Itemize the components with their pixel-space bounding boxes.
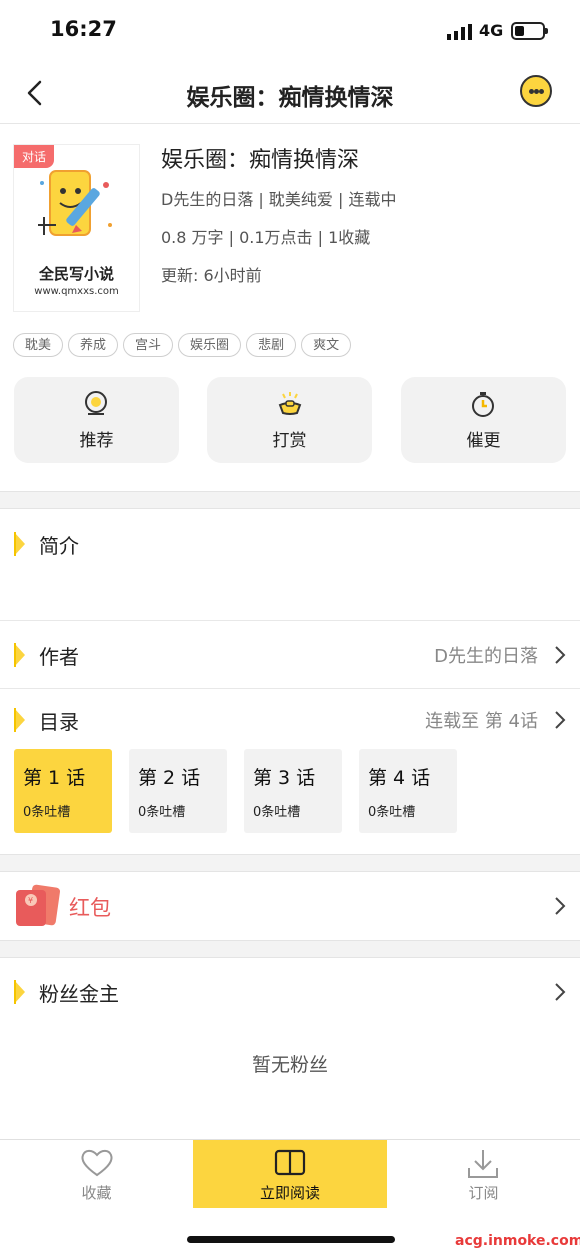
network-type: 4G [479,21,504,40]
read-now-label: 立即阅读 [259,1184,320,1202]
action-buttons: 推荐 打赏 催更 [14,377,566,463]
section-gap [0,491,580,509]
red-packet-row[interactable]: ¥ 红包 [0,872,580,940]
author-name: D先生的日落 [434,646,538,667]
catalog-progress: 连载至 第 4话 [425,711,538,732]
chevron-right-icon [555,983,566,1001]
recommend-medal-icon [85,391,107,415]
chapter-title: 第 3 话 [253,767,316,789]
cover-illustration-icon [38,170,112,236]
divider [0,620,580,621]
section-marker-icon [14,643,25,667]
subscribe-label: 订阅 [468,1184,499,1202]
cover-url: www.qmxxs.com [34,286,119,297]
chapter-comments: 0条吐槽 [368,805,416,820]
urge-update-button[interactable]: 催更 [401,377,566,463]
reward-label: 打赏 [272,431,307,451]
tag-item[interactable]: 爽文 [301,333,352,357]
divider [0,688,580,689]
book-stats: 0.8 万字 | 0.1万点击 | 1收藏 [161,228,371,247]
urge-label: 催更 [466,431,501,451]
timer-icon [472,392,494,417]
svg-text:¥: ¥ [28,896,33,905]
tag-item[interactable]: 宫斗 [123,333,174,357]
author-row[interactable]: 作者 D先生的日落 [0,641,580,671]
tag-item[interactable]: 娱乐圈 [178,333,242,357]
author-title: 作者 [39,645,79,669]
section-gap [0,940,580,958]
section-gap [0,854,580,872]
recommend-button[interactable]: 推荐 [14,377,179,463]
open-book-icon [274,1149,306,1176]
reward-button[interactable]: 打赏 [207,377,372,463]
read-now-button[interactable]: 立即阅读 [193,1140,387,1208]
chapter-card-4[interactable]: 第 4 话 0条吐槽 [359,749,457,833]
chapter-title: 第 1 话 [23,767,86,789]
red-packet-icon: ¥ [16,884,60,926]
catalog-title: 目录 [39,710,79,734]
book-update-time: 更新: 6小时前 [161,266,262,285]
status-bar: 16:27 4G [0,0,580,62]
intro-title: 简介 [39,534,79,558]
red-packet-label: 红包 [69,896,111,920]
nav-bar: 娱乐圈：痴情换情深 [0,62,580,124]
more-options-button[interactable] [520,75,552,107]
heart-icon [81,1149,113,1177]
download-icon [468,1150,498,1178]
home-indicator [187,1236,395,1243]
fans-empty-text: 暂无粉丝 [251,1054,328,1076]
chapter-card-3[interactable]: 第 3 话 0条吐槽 [244,749,342,833]
status-time: 16:27 [50,17,117,41]
recommend-label: 推荐 [79,431,114,451]
book-title: 娱乐圈：痴情换情深 [161,148,360,173]
chevron-right-icon [555,646,566,664]
tag-list: 耽美 养成 宫斗 娱乐圈 悲剧 爽文 [13,333,352,357]
chapter-card-1[interactable]: 第 1 话 0条吐槽 [14,749,112,833]
chapter-title: 第 4 话 [368,767,431,789]
subscribe-button[interactable]: 订阅 [387,1140,580,1208]
chevron-right-icon [555,711,566,729]
book-cover[interactable]: 对话 全民写小说 www.qmxxs.com [13,144,140,312]
cover-brand: 全民写小说 [38,265,114,283]
section-marker-icon [14,980,25,1004]
chapter-comments: 0条吐槽 [253,805,301,820]
tag-item[interactable]: 耽美 [13,333,64,357]
book-author-genre-status: D先生的日落 | 耽美纯爱 | 连载中 [161,190,397,209]
section-marker-icon [14,532,25,556]
gold-ingot-icon [278,392,302,415]
watermark: acg.inmoke.com [455,1233,580,1249]
section-marker-icon [14,708,25,732]
chapter-title: 第 2 话 [138,767,201,789]
fans-title: 粉丝金主 [39,982,119,1006]
favorite-button[interactable]: 收藏 [0,1140,193,1208]
chapter-card-2[interactable]: 第 2 话 0条吐槽 [129,749,227,833]
favorite-label: 收藏 [81,1184,112,1202]
tag-item[interactable]: 养成 [68,333,119,357]
bottom-bar: 收藏 立即阅读 订阅 [0,1139,580,1208]
intro-section-header: 简介 [0,530,580,560]
chapter-comments: 0条吐槽 [23,805,71,820]
tag-item[interactable]: 悲剧 [246,333,297,357]
page-title: 娱乐圈：痴情换情深 [186,85,394,111]
battery-icon [511,22,548,40]
catalog-row[interactable]: 目录 连载至 第 4话 [0,706,580,736]
signal-icon [447,24,472,40]
chevron-right-icon [555,897,566,915]
chapter-comments: 0条吐槽 [138,805,186,820]
fans-row[interactable]: 粉丝金主 [0,978,580,1008]
